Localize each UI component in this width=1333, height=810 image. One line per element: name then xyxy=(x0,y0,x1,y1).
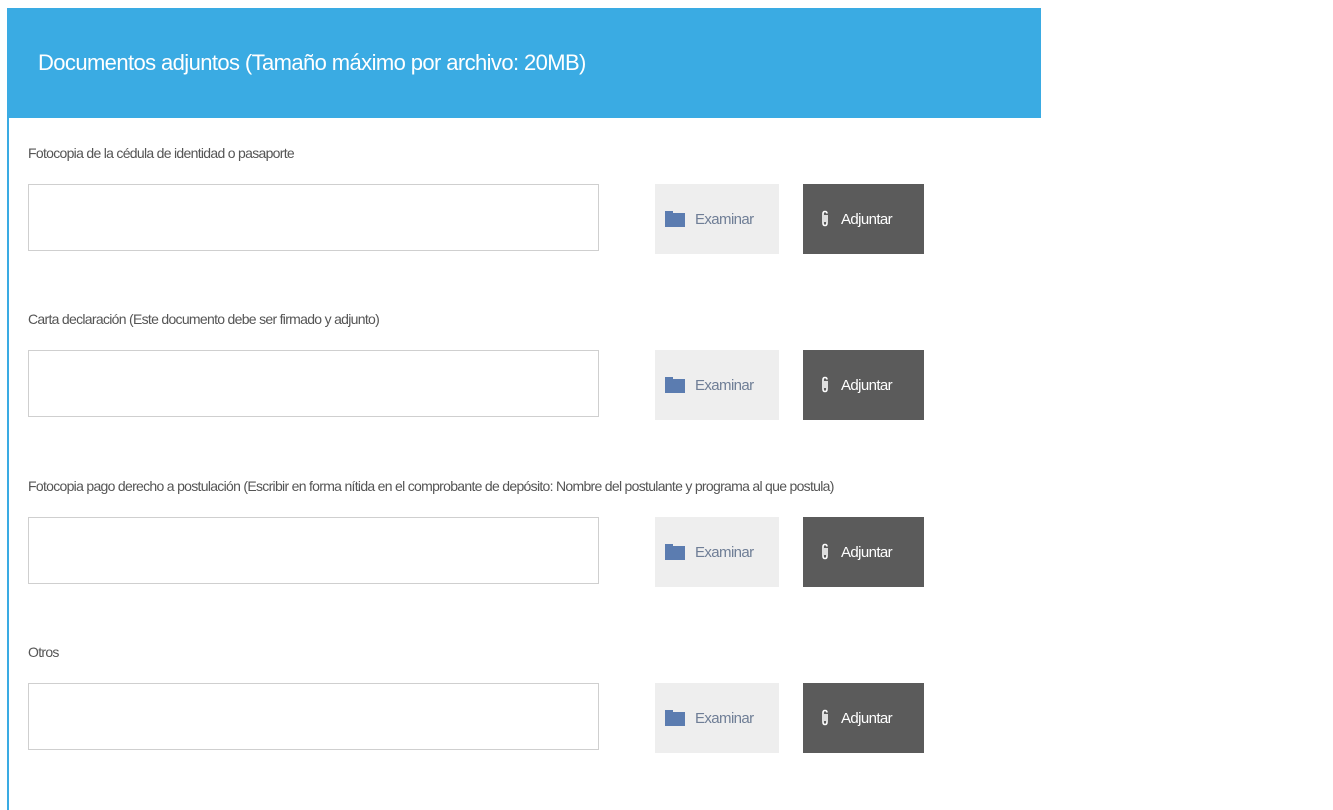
attachments-panel: Documentos adjuntos (Tamaño máximo por a… xyxy=(0,0,1333,810)
paperclip-icon xyxy=(822,709,828,726)
attach-button-label: Adjuntar xyxy=(841,210,893,228)
panel-title: Documentos adjuntos (Tamaño máximo por a… xyxy=(38,50,586,75)
paperclip-icon xyxy=(822,376,828,393)
folder-icon xyxy=(665,211,685,227)
browse-button-label: Examinar xyxy=(695,210,754,228)
attach-button-label: Adjuntar xyxy=(841,709,893,727)
attach-button-label: Adjuntar xyxy=(841,543,893,561)
panel-header: Documentos adjuntos (Tamaño máximo por a… xyxy=(7,8,1041,118)
browse-button-label: Examinar xyxy=(695,543,754,561)
browse-button-label: Examinar xyxy=(695,709,754,727)
file-input-cedula[interactable] xyxy=(28,184,599,251)
field-label-cedula: Fotocopia de la cédula de identidad o pa… xyxy=(28,145,295,161)
paperclip-icon xyxy=(822,210,828,227)
field-label-carta: Carta declaración (Este documento debe s… xyxy=(28,311,380,327)
field-label-pago: Fotocopia pago derecho a postulación (Es… xyxy=(28,478,834,494)
attach-button-pago[interactable]: Adjuntar xyxy=(803,517,924,587)
attach-button-otros[interactable]: Adjuntar xyxy=(803,683,924,753)
attach-button-carta[interactable]: Adjuntar xyxy=(803,350,924,420)
paperclip-icon xyxy=(822,543,828,560)
browse-button-cedula[interactable]: Examinar xyxy=(655,184,779,254)
browse-button-carta[interactable]: Examinar xyxy=(655,350,779,420)
file-input-otros[interactable] xyxy=(28,683,599,750)
file-input-pago[interactable] xyxy=(28,517,599,584)
file-input-carta[interactable] xyxy=(28,350,599,417)
folder-icon xyxy=(665,377,685,393)
panel-left-border xyxy=(7,8,9,810)
folder-icon xyxy=(665,710,685,726)
folder-icon xyxy=(665,544,685,560)
attach-button-label: Adjuntar xyxy=(841,376,893,394)
browse-button-otros[interactable]: Examinar xyxy=(655,683,779,753)
browse-button-label: Examinar xyxy=(695,376,754,394)
browse-button-pago[interactable]: Examinar xyxy=(655,517,779,587)
attach-button-cedula[interactable]: Adjuntar xyxy=(803,184,924,254)
field-label-otros: Otros xyxy=(28,644,59,660)
